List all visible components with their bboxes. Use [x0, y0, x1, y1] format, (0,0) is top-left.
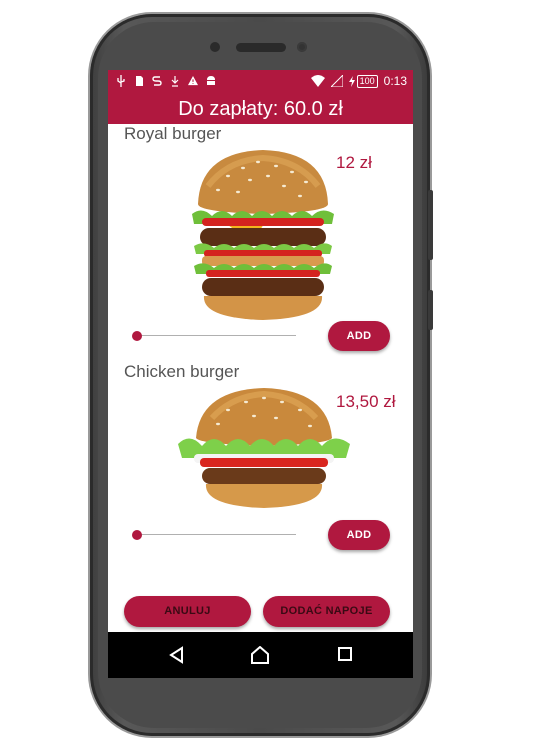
volume-button	[428, 190, 433, 260]
back-icon[interactable]	[168, 646, 184, 664]
status-bar: 100 0:13	[108, 70, 413, 94]
product-name: Chicken burger	[124, 362, 240, 381]
add-drinks-button[interactable]: DODAĆ NAPOJE	[263, 596, 390, 627]
home-icon[interactable]	[250, 646, 270, 664]
android-icon	[207, 76, 215, 85]
proximity-sensor	[297, 42, 307, 52]
product-price: 12 zł	[336, 153, 372, 172]
front-camera	[210, 42, 220, 52]
usb-icon	[117, 75, 125, 87]
recents-icon[interactable]	[337, 646, 353, 662]
navigation-bar	[108, 632, 413, 678]
quantity-slider-track[interactable]	[136, 335, 296, 336]
notification-icons	[116, 75, 216, 87]
cancel-button[interactable]: ANULUJ	[124, 596, 251, 627]
s-icon	[152, 76, 162, 86]
royal-burger-image	[192, 150, 334, 320]
earpiece-speaker	[236, 43, 286, 52]
quantity-slider-thumb[interactable]	[132, 331, 142, 341]
clock: 0:13	[383, 74, 407, 88]
app-screen: 100 0:13 Do zapłaty: 60.0 zł Royal burge…	[108, 70, 413, 678]
download-icon	[171, 76, 179, 87]
system-icons: 100 0:13	[310, 74, 407, 88]
signal-icon	[330, 75, 343, 87]
page-title: Do zapłaty: 60.0 zł	[178, 98, 343, 120]
battery-icon: 100	[348, 74, 378, 88]
amount-due-header: Do zapłaty: 60.0 zł	[108, 94, 413, 124]
add-button[interactable]: ADD	[328, 520, 390, 550]
wifi-icon	[310, 75, 325, 87]
battery-level: 100	[356, 74, 378, 88]
quantity-slider-track[interactable]	[136, 534, 296, 535]
quantity-slider-thumb[interactable]	[132, 530, 142, 540]
warning-icon	[188, 76, 198, 86]
product-name: Royal burger	[124, 124, 222, 143]
chicken-burger-image	[178, 388, 350, 508]
sim-icon	[136, 76, 143, 86]
add-button[interactable]: ADD	[328, 321, 390, 351]
power-button	[428, 290, 433, 330]
